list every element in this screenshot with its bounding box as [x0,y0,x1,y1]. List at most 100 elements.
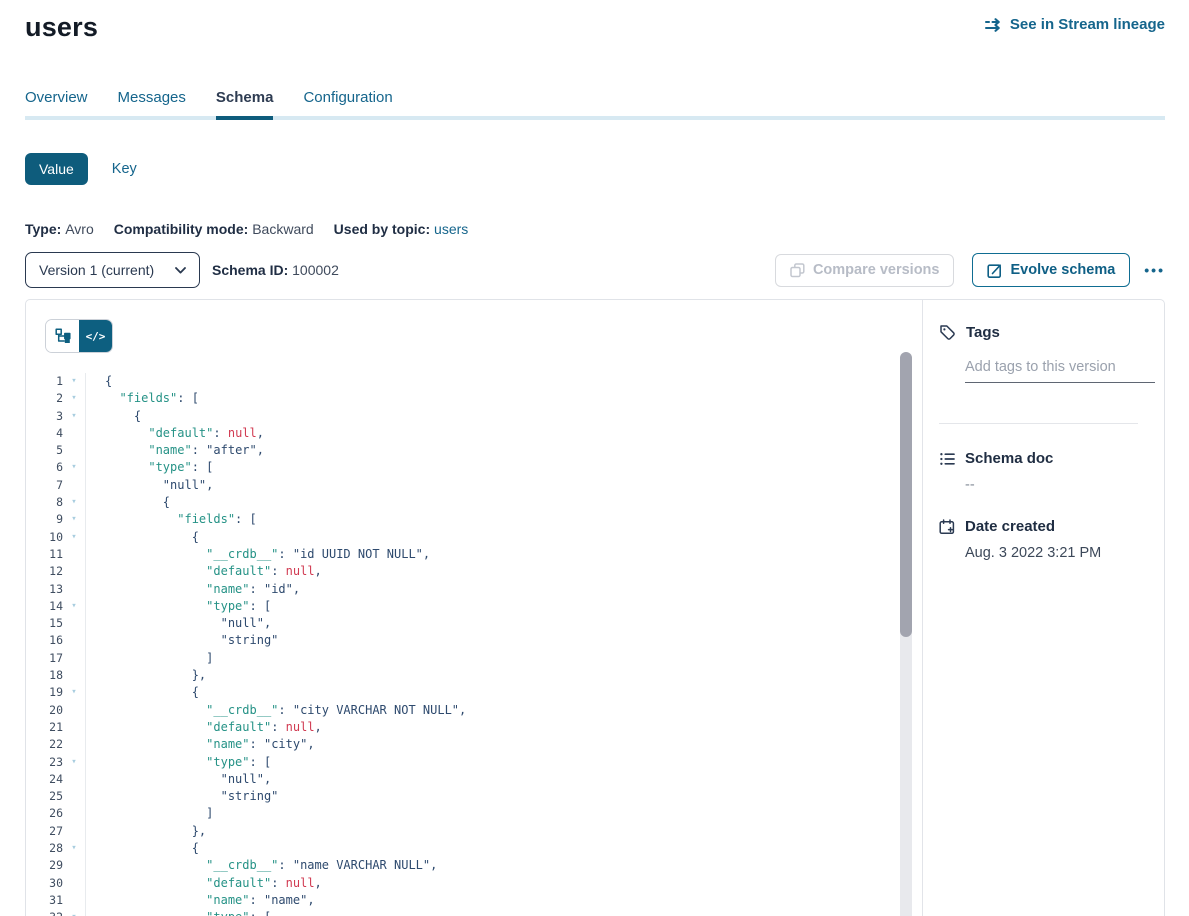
schema-id-value: 100002 [292,262,339,278]
code-line: 10▾ { [26,529,922,546]
tags-title: Tags [966,324,1000,341]
line-number: 15 [26,615,63,632]
code-text: ] [85,805,922,822]
line-number: 7 [26,477,63,494]
fold-toggle-icon[interactable]: ▾ [63,390,85,407]
fold-toggle-icon[interactable]: ▾ [63,494,85,511]
code-text: "name": "name", [85,892,922,909]
page: users See in Stream lineage Overview Mess… [0,0,1189,916]
fold-toggle-icon[interactable]: ▾ [63,459,85,476]
line-number: 28 [26,840,63,857]
schema-editor: </> 1▾{2▾ "fields": [3▾ {4 "default": nu… [26,300,922,916]
fold-spacer [63,805,85,822]
code-line: 2▾ "fields": [ [26,390,922,407]
code-text: { [85,408,922,425]
meta-label: Compatibility mode: [114,221,252,237]
line-number: 29 [26,857,63,874]
tab-schema[interactable]: Schema [216,89,274,120]
code-text: }, [85,823,922,840]
tab-underline-track [25,116,1165,120]
line-number: 17 [26,650,63,667]
line-number: 16 [26,632,63,649]
sidebar-divider [939,423,1138,424]
fold-spacer [63,425,85,442]
editor-scrollbar-thumb[interactable] [900,352,912,637]
fold-spacer [63,546,85,563]
line-number: 11 [26,546,63,563]
tags-section-header: Tags [939,324,1148,341]
code-line: 25 "string" [26,788,922,805]
stream-lineage-icon [985,18,1003,32]
code-line: 9▾ "fields": [ [26,511,922,528]
code-text: "null", [85,771,922,788]
code-line: 29 "__crdb__": "name VARCHAR NULL", [26,857,922,874]
code-text: "type": [ [85,459,922,476]
stream-lineage-label: See in Stream lineage [1010,16,1165,33]
version-select[interactable]: Version 1 (current) [25,252,200,288]
meta-label: Used by topic: [334,221,434,237]
tags-input[interactable] [965,359,1155,375]
line-number: 3 [26,408,63,425]
fold-spacer [63,667,85,684]
compare-versions-button[interactable]: Compare versions [775,254,955,287]
fold-spacer [63,857,85,874]
evolve-schema-button[interactable]: Evolve schema [972,253,1130,287]
compare-icon [790,263,805,278]
code-view-button[interactable]: </> [79,320,112,352]
more-actions-button[interactable]: ••• [1144,262,1165,278]
tab-overview[interactable]: Overview [25,89,88,120]
page-header: users See in Stream lineage [25,12,1165,43]
meta-value-link[interactable]: users [434,221,468,237]
value-button[interactable]: Value [25,153,88,185]
stream-lineage-link[interactable]: See in Stream lineage [985,16,1165,33]
code-line: 19▾ { [26,684,922,701]
fold-toggle-icon[interactable]: ▾ [63,754,85,771]
meta-value: Backward [252,221,313,237]
fold-toggle-icon[interactable]: ▾ [63,598,85,615]
tree-view-button[interactable] [46,320,79,352]
line-number: 25 [26,788,63,805]
schema-actions: Compare versions Evolve schema ••• [775,253,1165,287]
fold-spacer [63,650,85,667]
fold-toggle-icon[interactable]: ▾ [63,684,85,701]
fold-spacer [63,823,85,840]
fold-toggle-icon[interactable]: ▾ [63,408,85,425]
fold-toggle-icon[interactable]: ▾ [63,909,85,916]
tree-view-icon [55,328,71,344]
controls-row: Version 1 (current) Schema ID: 100002 Co… [25,252,1165,288]
code-text: { [85,684,922,701]
code-line: 12 "default": null, [26,563,922,580]
code-text: { [85,373,922,390]
code-text: "type": [ [85,598,922,615]
code-line: 22 "name": "city", [26,736,922,753]
code-line: 1▾{ [26,373,922,390]
fold-toggle-icon[interactable]: ▾ [63,511,85,528]
page-title: users [25,12,98,43]
schema-code[interactable]: 1▾{2▾ "fields": [3▾ {4 "default": null,5… [26,373,922,916]
code-text: "default": null, [85,719,922,736]
line-number: 18 [26,667,63,684]
key-button[interactable]: Key [112,161,137,177]
tab-messages[interactable]: Messages [118,89,186,120]
edit-icon [987,263,1002,278]
fold-toggle-icon[interactable]: ▾ [63,373,85,390]
code-line: 31 "name": "name", [26,892,922,909]
schema-panel: </> 1▾{2▾ "fields": [3▾ {4 "default": nu… [25,299,1165,916]
line-number: 19 [26,684,63,701]
meta-item: Type: Avro [25,221,94,237]
compare-versions-label: Compare versions [813,262,940,278]
fold-spacer [63,581,85,598]
code-line: 18 }, [26,667,922,684]
fold-spacer [63,892,85,909]
fold-toggle-icon[interactable]: ▾ [63,529,85,546]
code-text: "name": "id", [85,581,922,598]
editor-scrollbar[interactable] [900,352,912,916]
line-number: 20 [26,702,63,719]
tab-configuration[interactable]: Configuration [303,89,392,120]
code-text: "fields": [ [85,511,922,528]
version-select-value: Version 1 (current) [39,262,154,278]
code-line: 32▾ "type": [ [26,909,922,916]
code-text: }, [85,667,922,684]
fold-toggle-icon[interactable]: ▾ [63,840,85,857]
code-line: 30 "default": null, [26,875,922,892]
